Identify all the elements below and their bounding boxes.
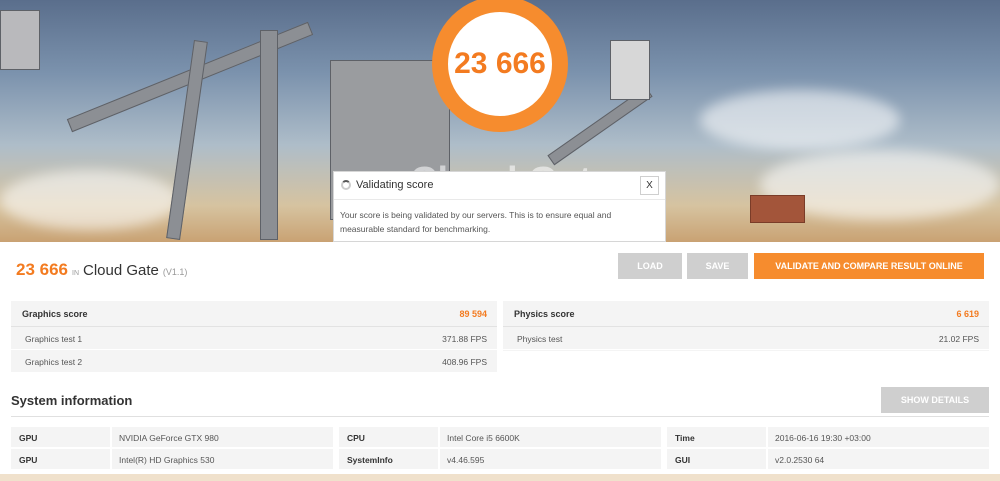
graphics-test-value: 371.88 FPS [442,334,487,344]
show-details-button[interactable]: SHOW DETAILS [881,387,989,413]
graphics-score-panel: Graphics score 89 594 Graphics test 1 37… [11,301,497,373]
result-score: 23 666 [16,260,68,279]
graphics-test-name: Graphics test 2 [25,357,83,367]
system-info-value: NVIDIA GeForce GTX 980 [119,433,219,443]
tower-structure [0,10,40,70]
dialog-message: Your score is being validated by our ser… [340,210,612,234]
validate-compare-button[interactable]: VALIDATE AND COMPARE RESULT ONLINE [754,253,984,279]
graphics-score-value: 89 594 [459,309,487,319]
validating-dialog: Validating score X Your score is being v… [333,171,666,242]
system-info-row: CPU Intel Core i5 6600K [339,427,661,447]
system-info-row: Time 2016-06-16 19:30 +03:00 [667,427,989,447]
physics-score-label: Physics score [514,309,575,319]
system-info-row: SystemInfo v4.46.595 [339,449,661,469]
system-info-key: GUI [667,449,768,469]
in-label: IN [72,270,79,277]
physics-test-row: Physics test 21.02 FPS [503,327,989,350]
graphics-score-row: Graphics score 89 594 [11,301,497,327]
spinner-icon [341,180,351,190]
system-info-key: Time [667,427,768,447]
save-button[interactable]: SAVE [687,253,748,279]
graphics-test-name: Graphics test 1 [25,334,83,344]
system-info-value: Intel(R) HD Graphics 530 [119,455,215,465]
system-info-key: GPU [11,449,112,469]
system-info-key: GPU [11,427,112,447]
system-info-row: GUI v2.0.2530 64 [667,449,989,469]
close-button[interactable]: X [640,176,659,195]
dialog-header: Validating score X [334,172,665,200]
graphics-score-label: Graphics score [22,309,88,319]
score-circle: 23 666 [432,0,568,132]
system-info-value: v4.46.595 [447,455,485,465]
graphics-test-row: Graphics test 1 371.88 FPS [11,327,497,350]
system-info-column: GPU NVIDIA GeForce GTX 980 GPU Intel(R) … [11,427,333,471]
physics-score-value: 6 619 [956,309,979,319]
graphics-test-value: 408.96 FPS [442,357,487,367]
load-button[interactable]: LOAD [618,253,682,279]
physics-score-row: Physics score 6 619 [503,301,989,327]
cloud-decoration [700,90,900,150]
system-info-title: System information [11,393,133,408]
score-circle-value: 23 666 [454,47,546,80]
dialog-title: Validating score [356,179,434,191]
benchmark-name: Cloud Gate [83,262,159,279]
system-info-value: v2.0.2530 64 [775,455,825,465]
cloud-decoration [0,170,180,230]
system-info-value: 2016-06-16 19:30 +03:00 [775,433,871,443]
system-info-key: SystemInfo [339,449,440,469]
footer-bar [0,474,1000,481]
physics-score-panel: Physics score 6 619 Physics test 21.02 F… [503,301,989,351]
physics-test-value: 21.02 FPS [938,334,979,344]
graphics-test-row: Graphics test 2 408.96 FPS [11,350,497,373]
system-info-value: Intel Core i5 6600K [447,433,520,443]
flying-platform [750,195,805,223]
physics-test-name: Physics test [517,334,563,344]
system-info-row: GPU Intel(R) HD Graphics 530 [11,449,333,469]
divider [11,416,989,417]
system-info-row: GPU NVIDIA GeForce GTX 980 [11,427,333,447]
system-info-key: CPU [339,427,440,447]
system-info-column: Time 2016-06-16 19:30 +03:00 GUI v2.0.25… [667,427,989,471]
benchmark-version: (V1.1) [162,267,188,277]
tower-structure [610,40,650,100]
system-info-column: CPU Intel Core i5 6600K SystemInfo v4.46… [339,427,661,471]
tower-structure [260,30,278,240]
result-title: 23 666 IN Cloud Gate (V1.1) [16,260,187,280]
